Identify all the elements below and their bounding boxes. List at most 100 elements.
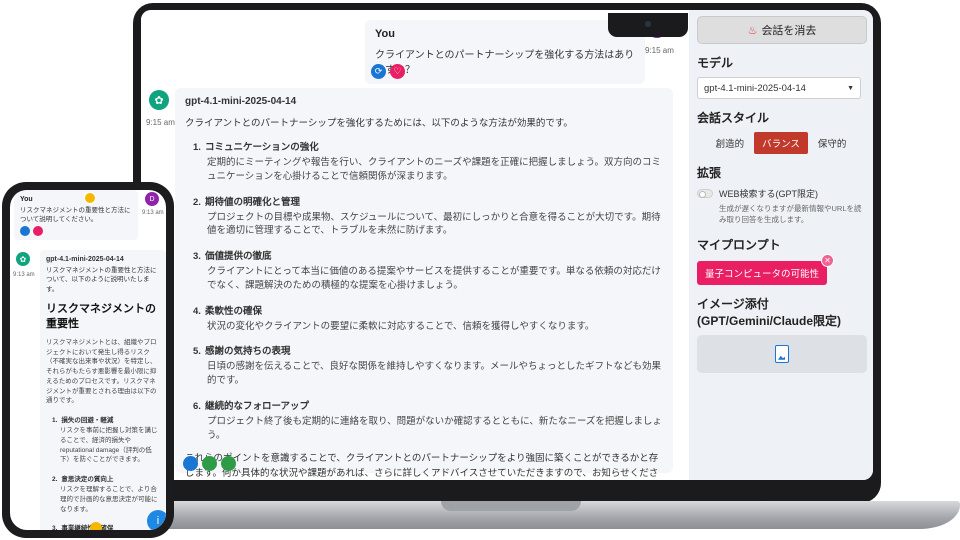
list-item-description: プロジェクト終了後も定期的に連絡を取り、問題がないか確認するとともに、新たなニー… — [207, 415, 662, 441]
list-item: 2. 意思決定の質向上リスクを理解することで、より合理的で計画的な意思決定が可能に… — [46, 473, 160, 514]
image-upload-area[interactable] — [697, 334, 867, 373]
list-item-number: 2. — [52, 476, 58, 484]
heart-icon[interactable]: ♡ — [390, 64, 405, 79]
list-item-title: 1. 損失の回避・軽減 — [52, 414, 160, 424]
list-item: 4. 柔軟性の確保状況の変化やクライアントの要望に柔軟に対応することで、信頼を獲得… — [193, 303, 663, 334]
list-item-number: 3. — [193, 251, 201, 263]
laptop-trackpad-notch — [441, 501, 581, 511]
list-item-title-text: 柔軟性の確保 — [204, 305, 262, 317]
document-icon[interactable] — [202, 456, 217, 471]
list-item-number: 4. — [193, 305, 201, 317]
list-item-title-text: 意思決定の質向上 — [61, 476, 114, 484]
phone-user-message: You リスクマネジメントの重要性と方法について説明してください。 — [14, 190, 138, 240]
copy-icon[interactable] — [183, 456, 198, 471]
list-item-title-text: 価値提供の徹底 — [204, 251, 272, 263]
list-item: 1. 損失の回避・軽減リスクを事前に把握し対策を講じることで、経済的損失や rep… — [46, 414, 160, 465]
my-prompt-chip[interactable]: 量子コンピュータの可能性 ✕ — [697, 253, 835, 285]
list-item-title: 2. 期待値の明確化と管理 — [193, 194, 663, 208]
fire-icon: ♨ — [747, 24, 758, 37]
web-search-label: WEB検索する(GPT限定) — [719, 189, 818, 199]
list-item-title-text: 事業継続性の確保 — [61, 525, 114, 530]
list-item-number: 1. — [52, 417, 58, 425]
image-attach-heading: イメージ添付(GPT/Gemini/Claude限定) — [697, 296, 842, 328]
list-item: 3.事業継続性の確保リスクへの対応ができ — [46, 522, 160, 530]
image-file-icon — [775, 344, 789, 363]
export-document-icon[interactable] — [221, 456, 236, 471]
assistant-list: 1. コミュニケーションの強化定期的にミーティングや報告を行い、クライアントのニー… — [185, 139, 663, 442]
list-item-title-text: 感謝の気持ちの表現 — [204, 346, 291, 358]
list-item: 6. 継続的なフォローアッププロジェクト終了後も定期的に連絡を取り、問題がないか確… — [193, 398, 663, 443]
list-item-number: 5. — [193, 346, 201, 358]
heart-icon[interactable] — [33, 226, 43, 236]
phone-screen: You リスクマネジメントの重要性と方法について説明してください。 D 9:13… — [10, 190, 166, 530]
list-item-description: リスクを理解することで、より合理的で計画的な意思決定が可能になります。 — [60, 486, 158, 513]
phone-assistant-message: gpt-4.1-mini-2025-04-14 リスクマネジメントの重要性と方法… — [40, 250, 166, 530]
phone-frame: You リスクマネジメントの重要性と方法について説明してください。 D 9:13… — [2, 182, 174, 538]
model-heading: モデル — [697, 56, 734, 70]
phone-assistant-model: gpt-4.1-mini-2025-04-14 — [46, 256, 124, 263]
list-item: 1. コミュニケーションの強化定期的にミーティングや報告を行い、クライアントのニー… — [193, 139, 663, 184]
list-item-description: リスクを事前に把握し対策を講じることで、経済的損失や reputational … — [60, 427, 158, 464]
phone-assistant-list: 1. 損失の回避・軽減リスクを事前に把握し対策を講じることで、経済的損失や rep… — [46, 414, 160, 530]
user-message-text: クライアントとのパートナーシップを強化する方法はありますか？ — [375, 50, 635, 76]
assistant-message-actions — [183, 456, 236, 471]
assistant-model-name: gpt-4.1-mini-2025-04-14 — [185, 96, 297, 107]
list-item-description: クライアントにとって本当に価値のある提案やサービスを提供することが重要です。単な… — [207, 266, 661, 291]
list-item-description: 状況の変化やクライアントの要望に柔軟に対応することで、信頼を獲得しやすくなります… — [207, 320, 595, 332]
list-item: 2. 期待値の明確化と管理プロジェクトの目標や成果物、スケジュールについて、最初に… — [193, 194, 663, 239]
list-item-number: 3. — [52, 525, 58, 530]
list-item-title-text: 損失の回避・軽減 — [61, 417, 114, 425]
phone-assistant-heading: リスクマネジメントの重要性 — [46, 303, 156, 331]
style-heading: 会話スタイル — [697, 111, 770, 125]
phone-assistant-time: 9:13 am — [13, 272, 35, 278]
list-item-title-text: 継続的なフォローアップ — [204, 400, 310, 412]
list-item-title: 1. コミュニケーションの強化 — [193, 139, 663, 153]
list-item-title-text: 期待値の明確化と管理 — [204, 196, 300, 208]
extension-heading: 拡張 — [697, 166, 722, 180]
list-item-description: 定期的にミーティングや報告を行い、クライアントのニーズや課題を正確に把握しましょ… — [207, 157, 662, 182]
chevron-down-icon: ▼ — [847, 84, 854, 92]
style-option-creative[interactable]: 創造的 — [708, 132, 753, 154]
list-item-number: 1. — [193, 142, 201, 153]
phone-user-message-actions — [20, 226, 43, 236]
assistant-intro: クライアントとのパートナーシップを強化するためには、以下のような方法が効果的です… — [185, 118, 573, 129]
list-item-title: 2. 意思決定の質向上 — [52, 473, 160, 483]
list-item-description: プロジェクトの目標や成果物、スケジュールについて、最初にしっかりと合意を得ること… — [207, 211, 661, 237]
copy-icon[interactable]: ⟳ — [371, 64, 386, 79]
list-item-title: 4. 柔軟性の確保 — [193, 303, 663, 317]
user-message-actions: ⟳ ♡ — [371, 64, 405, 79]
phone-assistant-body: リスクマネジメントとは、組織やプロジェクトにおいて発生し得るリスク（不確実な出来… — [46, 338, 157, 405]
phone-user-name: You — [20, 196, 33, 203]
info-icon[interactable]: i — [147, 510, 166, 530]
list-item-title: 5. 感謝の気持ちの表現 — [193, 343, 663, 357]
close-icon[interactable]: ✕ — [821, 253, 835, 267]
user-message: You クライアントとのパートナーシップを強化する方法はありますか？ ⟳ ♡ — [365, 20, 645, 84]
camera-notch — [608, 13, 688, 37]
list-item-title-text: コミュニケーションの強化 — [204, 142, 319, 153]
clear-conversation-label: 会話を消去 — [761, 25, 817, 37]
list-item-number: 2. — [193, 196, 201, 208]
laptop-screen: You クライアントとのパートナーシップを強化する方法はありますか？ ⟳ ♡ D… — [141, 10, 873, 480]
list-item-title: 3. 価値提供の徹底 — [193, 248, 663, 262]
mockup-stage: You クライアントとのパートナーシップを強化する方法はありますか？ ⟳ ♡ D… — [0, 0, 960, 540]
openai-icon: ✿ — [16, 252, 30, 266]
style-option-conservative[interactable]: 保守的 — [810, 132, 855, 154]
avatar: D — [145, 192, 159, 206]
list-item: 5. 感謝の気持ちの表現 日頃の感謝を伝えることで、良好な関係を維持しやすくなります… — [193, 343, 663, 388]
clear-conversation-button[interactable]: ♨ 会話を消去 — [697, 16, 867, 44]
model-select[interactable]: gpt-4.1-mini-2025-04-14 ▼ — [697, 77, 861, 99]
assistant-message-time: 9:15 am — [146, 118, 175, 127]
list-item-number: 6. — [193, 400, 201, 412]
assistant-outro: これらのポイントを意識することで、クライアントとのパートナーシップをより強固に築… — [185, 453, 659, 479]
user-message-time: 9:15 am — [645, 46, 674, 55]
phone-assistant-intro: リスクマネジメントの重要性と方法について、以下のように説明いたします。 — [46, 267, 157, 293]
my-prompt-heading: マイプロンプト — [697, 237, 781, 252]
phone-user-message-text: リスクマネジメントの重要性と方法について説明してください。 — [20, 207, 131, 224]
style-option-balanced[interactable]: バランス — [754, 132, 808, 154]
phone-user-message-time: 9:13 am — [142, 210, 164, 216]
copy-icon[interactable] — [20, 226, 30, 236]
web-search-row: WEB検索する(GPT限定) — [697, 187, 865, 200]
notification-dot — [84, 192, 96, 204]
web-search-toggle[interactable] — [697, 189, 713, 198]
web-search-hint: 生成が遅くなりますが最新情報やURLを読み取り回答を生成します。 — [719, 204, 862, 224]
